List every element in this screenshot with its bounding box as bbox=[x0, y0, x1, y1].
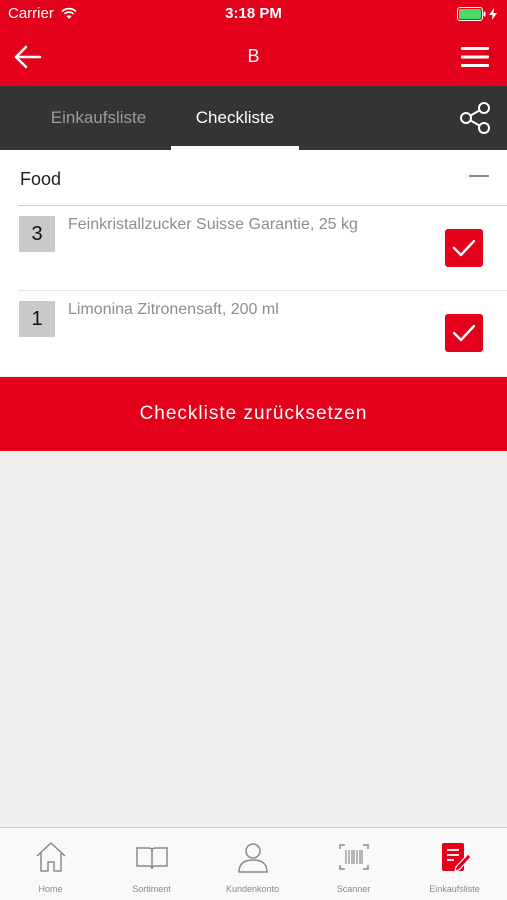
reset-checklist-button[interactable]: Checkliste zurücksetzen bbox=[0, 377, 507, 451]
checkmark-icon bbox=[452, 324, 476, 342]
bottom-nav-einkaufsliste[interactable]: Einkaufsliste bbox=[404, 828, 505, 900]
list-edit-icon bbox=[441, 843, 472, 872]
status-time: 3:18 PM bbox=[225, 5, 282, 22]
share-icon[interactable] bbox=[457, 100, 493, 136]
section-header-food[interactable]: Food bbox=[18, 150, 507, 206]
bottom-nav-label: Sortiment bbox=[132, 884, 171, 894]
book-icon bbox=[135, 847, 168, 870]
home-icon bbox=[35, 842, 66, 872]
person-icon bbox=[237, 843, 268, 873]
bottom-nav-sortiment[interactable]: Sortiment bbox=[101, 828, 202, 900]
bottom-nav-home[interactable]: Home bbox=[0, 828, 101, 900]
bottom-nav-label: Home bbox=[38, 884, 63, 894]
checkmark-icon bbox=[452, 239, 476, 257]
tab-checkliste[interactable]: Checkliste bbox=[171, 86, 299, 150]
bottom-nav-scanner[interactable]: Scanner bbox=[303, 828, 404, 900]
hamburger-icon[interactable] bbox=[459, 44, 491, 70]
quantity-badge: 1 bbox=[19, 301, 55, 337]
list-item[interactable]: 3 Feinkristallzucker Suisse Garantie, 25… bbox=[18, 206, 507, 291]
status-bar: Carrier 3:18 PM bbox=[0, 0, 507, 28]
bottom-nav-label: Kundenkonto bbox=[225, 884, 280, 894]
bottom-nav-label: Einkaufsliste bbox=[429, 884, 480, 894]
battery-icon bbox=[457, 7, 497, 21]
list-item[interactable]: 1 Limonina Zitronensaft, 200 ml bbox=[18, 291, 507, 376]
tab-bar: Einkaufsliste Checkliste bbox=[0, 86, 507, 150]
item-name: Feinkristallzucker Suisse Garantie, 25 k… bbox=[68, 216, 358, 233]
charging-icon bbox=[489, 8, 497, 20]
nav-bar: B bbox=[0, 28, 507, 86]
checklist-content: Food 3 Feinkristallzucker Suisse Garanti… bbox=[0, 150, 507, 376]
bottom-nav-label: Scanner bbox=[336, 884, 371, 894]
checked-checkbox[interactable] bbox=[445, 229, 483, 267]
bottom-nav-kundenkonto[interactable]: Kundenkonto bbox=[202, 828, 303, 900]
bottom-nav: Home Sortiment Kundenkonto Scanner Einka… bbox=[0, 827, 507, 900]
checked-checkbox[interactable] bbox=[445, 314, 483, 352]
quantity-badge: 3 bbox=[19, 216, 55, 252]
item-name: Limonina Zitronensaft, 200 ml bbox=[68, 301, 279, 318]
barcode-icon bbox=[338, 844, 369, 870]
collapse-icon[interactable] bbox=[469, 175, 489, 177]
tab-einkaufsliste[interactable]: Einkaufsliste bbox=[26, 86, 171, 150]
section-label: Food bbox=[20, 169, 62, 189]
page-title: B bbox=[247, 46, 260, 66]
